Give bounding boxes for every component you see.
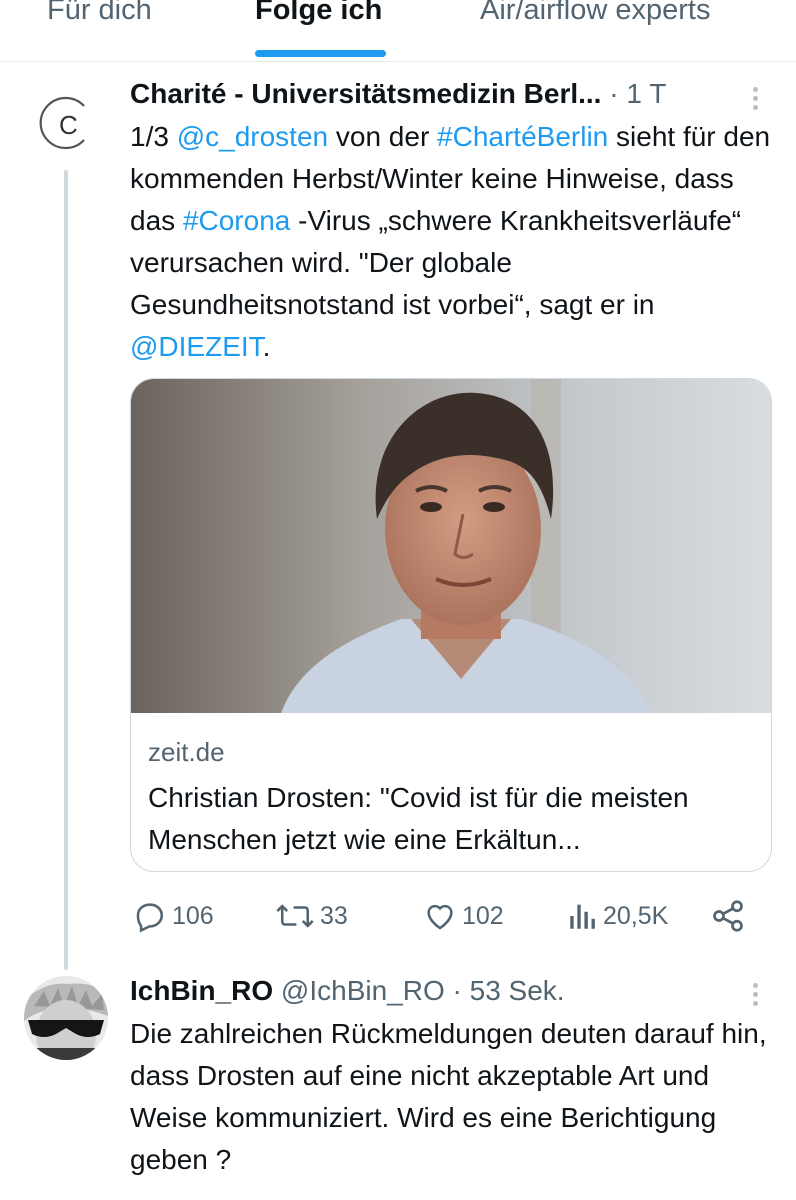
tweet-text-part: von der: [328, 121, 438, 152]
views-icon: [570, 904, 595, 929]
reply-icon: [136, 903, 164, 933]
tweet-author-name[interactable]: Charité - Universitätsmedizin Berl...: [130, 78, 601, 109]
link-preview-card[interactable]: zeit.de Christian Drosten: "Covid ist fü…: [130, 378, 772, 872]
more-options-icon[interactable]: [751, 87, 759, 117]
reply-author-name[interactable]: IchBin_RO: [130, 975, 273, 1006]
tab-folge-ich[interactable]: Folge ich: [255, 0, 382, 27]
tweet-time[interactable]: · 1 T: [609, 78, 666, 109]
card-image[interactable]: [131, 379, 771, 713]
reply-handle[interactable]: @IchBin_RO: [281, 975, 445, 1006]
card-domain: zeit.de: [148, 737, 225, 767]
tweet-text-part: 1/3: [130, 121, 177, 152]
tweet-header: Charité - Universitätsmedizin Berl... · …: [130, 78, 750, 110]
tab-airflow-experts[interactable]: Air/airflow experts: [480, 0, 710, 27]
reply-count: 106: [172, 901, 214, 930]
like-button[interactable]: 102: [423, 898, 504, 934]
like-count: 102: [462, 901, 504, 930]
charite-logo-icon[interactable]: C: [34, 92, 96, 154]
mention-link[interactable]: @c_drosten: [177, 121, 328, 152]
hashtag-link[interactable]: #ChartéBerlin: [437, 121, 608, 152]
view-count: 20,5K: [603, 901, 669, 930]
retweet-icon: [276, 904, 314, 928]
thread-line: [64, 170, 68, 970]
tweet-text-part: .: [262, 331, 271, 362]
hashtag-link[interactable]: #Corona: [183, 205, 290, 236]
retweet-count: 33: [320, 901, 348, 930]
reply-time[interactable]: · 53 Sek.: [453, 975, 565, 1006]
retweet-button[interactable]: 33: [275, 898, 348, 934]
share-button[interactable]: [710, 898, 746, 934]
reply-button[interactable]: 106: [133, 898, 214, 934]
card-title: Christian Drosten: "Covid ist für die me…: [148, 782, 689, 855]
timeline-tabs: Für dich Folge ich Air/airflow experts: [0, 0, 796, 62]
views-button[interactable]: 20,5K: [568, 898, 668, 934]
reply-more-options-icon[interactable]: [751, 983, 759, 1013]
mention-link[interactable]: @DIEZEIT: [130, 331, 263, 362]
reply-avatar[interactable]: [24, 976, 108, 1060]
tab-fuer-dich[interactable]: Für dich: [47, 0, 152, 27]
reply-text: Die zahlreichen Rückmeldungen deuten dar…: [130, 1018, 767, 1175]
reply-header: IchBin_RO @IchBin_RO · 53 Sek.: [130, 975, 730, 1007]
svg-text:C: C: [59, 110, 78, 140]
share-icon: [713, 900, 743, 932]
active-tab-indicator: [255, 50, 386, 57]
tweet-text: 1/3 @c_drosten von der #ChartéBerlin sie…: [130, 116, 780, 368]
heart-icon: [427, 904, 453, 930]
